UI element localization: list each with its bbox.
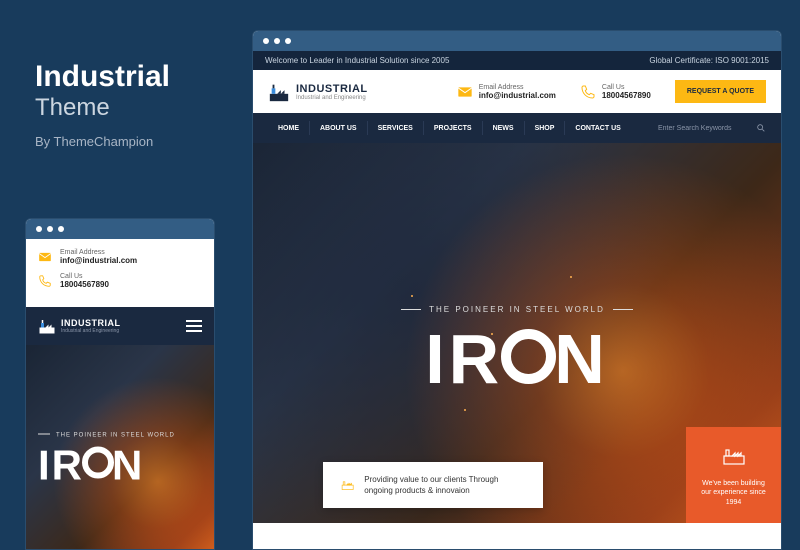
- factory-outline-icon: [341, 474, 354, 494]
- phone-label: Call Us: [602, 84, 651, 91]
- phone-icon: [38, 274, 52, 288]
- hero-title: IRN: [38, 441, 175, 489]
- desktop-preview-window: Welcome to Leader in Industrial Solution…: [252, 30, 782, 550]
- factory-white-icon: [722, 442, 746, 466]
- nav-news[interactable]: NEWS: [483, 121, 525, 135]
- mobile-header: Email Address info@industrial.com Call U…: [26, 239, 214, 307]
- nav-shop[interactable]: SHOP: [525, 121, 566, 135]
- browser-chrome: [253, 31, 781, 51]
- nav-contact[interactable]: CONTACT US: [565, 121, 630, 135]
- cert-text: Global Certificate: ISO 9001:2015: [649, 56, 769, 65]
- phone-value: 18004567890: [602, 91, 651, 100]
- theme-name: Industrial: [35, 60, 170, 94]
- mobile-logo[interactable]: INDUSTRIAL Industrial and Engineering: [38, 317, 121, 335]
- factory-icon: [38, 317, 56, 335]
- nav-about[interactable]: ABOUT US: [310, 121, 368, 135]
- hero-tagline: THE POINEER IN STEEL WORLD: [253, 305, 781, 314]
- browser-chrome: [26, 219, 214, 239]
- theme-author: By ThemeChampion: [35, 134, 170, 149]
- logo-tagline: Industrial and Engineering: [61, 328, 121, 334]
- search-icon[interactable]: [756, 123, 766, 133]
- welcome-text: Welcome to Leader in Industrial Solution…: [265, 56, 449, 65]
- search-box: [658, 123, 766, 133]
- value-card: Providing value to our clients Through o…: [323, 462, 543, 508]
- hamburger-menu-icon[interactable]: [186, 320, 202, 332]
- logo[interactable]: INDUSTRIAL Industrial and Engineering: [268, 81, 368, 103]
- mobile-nav: INDUSTRIAL Industrial and Engineering: [26, 307, 214, 345]
- nav-services[interactable]: SERVICES: [368, 121, 424, 135]
- top-bar: Welcome to Leader in Industrial Solution…: [253, 51, 781, 70]
- envelope-icon: [457, 84, 473, 100]
- logo-tagline: Industrial and Engineering: [296, 95, 368, 101]
- hero-title: IRN: [425, 319, 609, 399]
- window-dot: [47, 226, 53, 232]
- value-text: Providing value to our clients Through o…: [364, 474, 525, 496]
- phone-label: Call Us: [60, 273, 109, 280]
- nav-projects[interactable]: PROJECTS: [424, 121, 483, 135]
- email-contact: Email Address info@industrial.com: [457, 84, 556, 100]
- window-dot: [274, 38, 280, 44]
- hero-section: THE POINEER IN STEEL WORLD IRN Providing…: [253, 143, 781, 523]
- logo-name: INDUSTRIAL: [61, 318, 121, 328]
- window-dot: [263, 38, 269, 44]
- mobile-email-contact: Email Address info@industrial.com: [38, 249, 202, 265]
- envelope-icon: [38, 250, 52, 264]
- experience-text: We've been building our experience since…: [698, 479, 769, 508]
- factory-icon: [268, 81, 290, 103]
- logo-name: INDUSTRIAL: [296, 83, 368, 95]
- experience-card: We've been building our experience since…: [686, 427, 781, 523]
- email-value: info@industrial.com: [60, 256, 137, 265]
- window-dot: [58, 226, 64, 232]
- email-value: info@industrial.com: [479, 91, 556, 100]
- theme-label: Theme: [35, 94, 170, 122]
- nav-home[interactable]: HOME: [268, 121, 310, 135]
- phone-contact: Call Us 18004567890: [580, 84, 651, 100]
- phone-value: 18004567890: [60, 280, 109, 289]
- site-header: INDUSTRIAL Industrial and Engineering Em…: [253, 70, 781, 113]
- mobile-phone-contact: Call Us 18004567890: [38, 273, 202, 289]
- mobile-preview-window: Email Address info@industrial.com Call U…: [25, 218, 215, 550]
- email-label: Email Address: [60, 249, 137, 256]
- window-dot: [36, 226, 42, 232]
- hero-tagline: THE POINEER IN STEEL WORLD: [38, 432, 175, 438]
- phone-icon: [580, 84, 596, 100]
- email-label: Email Address: [479, 84, 556, 91]
- letter-o-graphic: [501, 329, 556, 384]
- letter-o-graphic: [82, 447, 114, 479]
- theme-title-block: Industrial Theme By ThemeChampion: [35, 60, 170, 149]
- main-nav: HOME ABOUT US SERVICES PROJECTS NEWS SHO…: [253, 113, 781, 143]
- window-dot: [285, 38, 291, 44]
- request-quote-button[interactable]: REQUEST A QUOTE: [675, 80, 766, 103]
- mobile-hero: THE POINEER IN STEEL WORLD IRN: [26, 345, 214, 550]
- search-input[interactable]: [658, 125, 748, 132]
